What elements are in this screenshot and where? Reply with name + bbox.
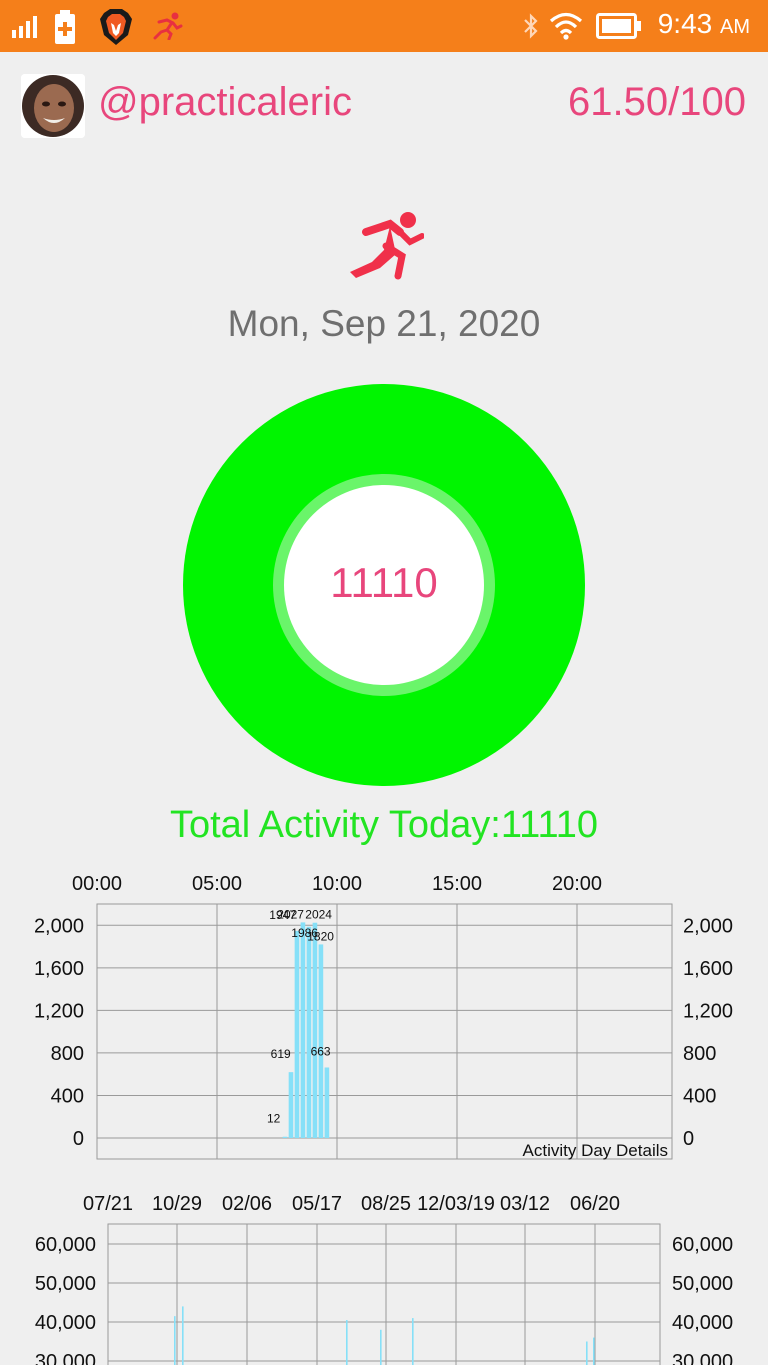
y-tick-label-left: 800	[51, 1043, 84, 1065]
bar-data-label: 663	[311, 1044, 331, 1058]
bar	[380, 1329, 382, 1365]
y-tick-label-left: 30,000	[35, 1351, 96, 1365]
x-tick-label: 07/21	[83, 1193, 133, 1215]
activity-ring-core: 11110	[284, 485, 484, 685]
y-tick-label-left: 400	[51, 1085, 84, 1107]
runner-notification-icon	[153, 12, 183, 40]
y-tick-label-right: 800	[683, 1043, 716, 1065]
bar	[318, 944, 324, 1138]
activity-history-chart: 07/21 10/29 02/06 05/17 08/25 12/03/19 03/12 06…	[35, 1193, 733, 1365]
y-tick-label-right: 2,000	[683, 915, 733, 937]
x-tick-label: 06/20	[570, 1193, 620, 1215]
bar	[324, 1067, 330, 1138]
bar-data-label: 2024	[305, 908, 332, 922]
bluetooth-icon	[524, 13, 538, 39]
signal-icon	[12, 16, 37, 38]
brave-lion-icon	[100, 9, 132, 45]
activity-ring-value: 11110	[330, 559, 438, 606]
y-tick-label-right: 50,000	[672, 1273, 733, 1295]
y-tick-label-left: 1,600	[34, 958, 84, 980]
battery-charging-icon	[55, 10, 75, 44]
x-tick-label: 05/17	[292, 1193, 342, 1215]
activity-ring: 11110	[183, 384, 585, 786]
bar-data-label: 619	[271, 1047, 291, 1061]
x-tick-label: 08/25	[361, 1193, 411, 1215]
bar	[288, 1072, 294, 1138]
y-tick-label-left: 2,000	[34, 915, 84, 937]
status-time: 9:43 AM	[657, 8, 750, 39]
wifi-icon	[549, 12, 583, 40]
bar	[300, 922, 306, 1138]
x-tick-label: 20:00	[552, 873, 602, 895]
bar	[346, 1320, 348, 1365]
bar	[174, 1316, 176, 1365]
y-tick-label-right: 60,000	[672, 1234, 733, 1256]
score-value: 61.50/100	[568, 80, 746, 124]
status-bar: 9:43 AM	[0, 0, 768, 52]
bar-data-label: 12	[267, 1112, 281, 1126]
battery-icon	[596, 13, 641, 39]
y-tick-label-left: 40,000	[35, 1312, 96, 1334]
activity-ring-inner: 11110	[273, 474, 495, 696]
bar	[593, 1337, 595, 1365]
y-tick-label-right: 30,000	[672, 1351, 733, 1365]
activity-day-chart: 00:00 05:00 10:00 15:00 20:00 0 0 400 400 800 800 1…	[34, 873, 733, 1160]
y-tick-label-left: 1,200	[34, 1000, 84, 1022]
y-tick-label-right: 40,000	[672, 1312, 733, 1334]
runner-icon	[350, 212, 424, 280]
x-tick-label: 00:00	[72, 873, 122, 895]
y-tick-label-left: 0	[73, 1128, 84, 1150]
bar	[586, 1341, 588, 1365]
y-tick-label-right: 1,600	[683, 958, 733, 980]
x-tick-label: 02/06	[222, 1193, 272, 1215]
activity-date: Mon, Sep 21, 2020	[227, 303, 541, 344]
y-tick-label-left: 50,000	[35, 1273, 96, 1295]
bar	[312, 922, 318, 1138]
bar	[282, 1136, 288, 1138]
y-tick-label-right: 0	[683, 1128, 694, 1150]
bar	[182, 1306, 184, 1365]
username[interactable]: @practicaleric	[98, 80, 352, 125]
chart-legend-text: Activity Day Details	[523, 1141, 668, 1160]
x-tick-label: 10:00	[312, 873, 362, 895]
x-tick-label: 15:00	[432, 873, 482, 895]
y-tick-label-right: 400	[683, 1085, 716, 1107]
bar-data-label: 1820	[307, 929, 334, 943]
bar	[412, 1318, 414, 1365]
bar	[294, 930, 300, 1138]
x-tick-label: 12/03/19	[417, 1193, 495, 1215]
plot-area	[96, 903, 673, 1160]
y-tick-label-left: 60,000	[35, 1234, 96, 1256]
total-activity-label: Total Activity Today:11110	[169, 804, 599, 846]
plot-area	[107, 1223, 661, 1365]
x-tick-label: 03/12	[500, 1193, 550, 1215]
bar-data-label: 2027	[277, 907, 304, 921]
x-tick-label: 05:00	[192, 873, 242, 895]
avatar-image	[21, 74, 85, 138]
x-tick-label: 10/29	[152, 1193, 202, 1215]
avatar[interactable]	[21, 74, 85, 138]
y-tick-label-right: 1,200	[683, 1000, 733, 1022]
bar	[306, 926, 312, 1138]
